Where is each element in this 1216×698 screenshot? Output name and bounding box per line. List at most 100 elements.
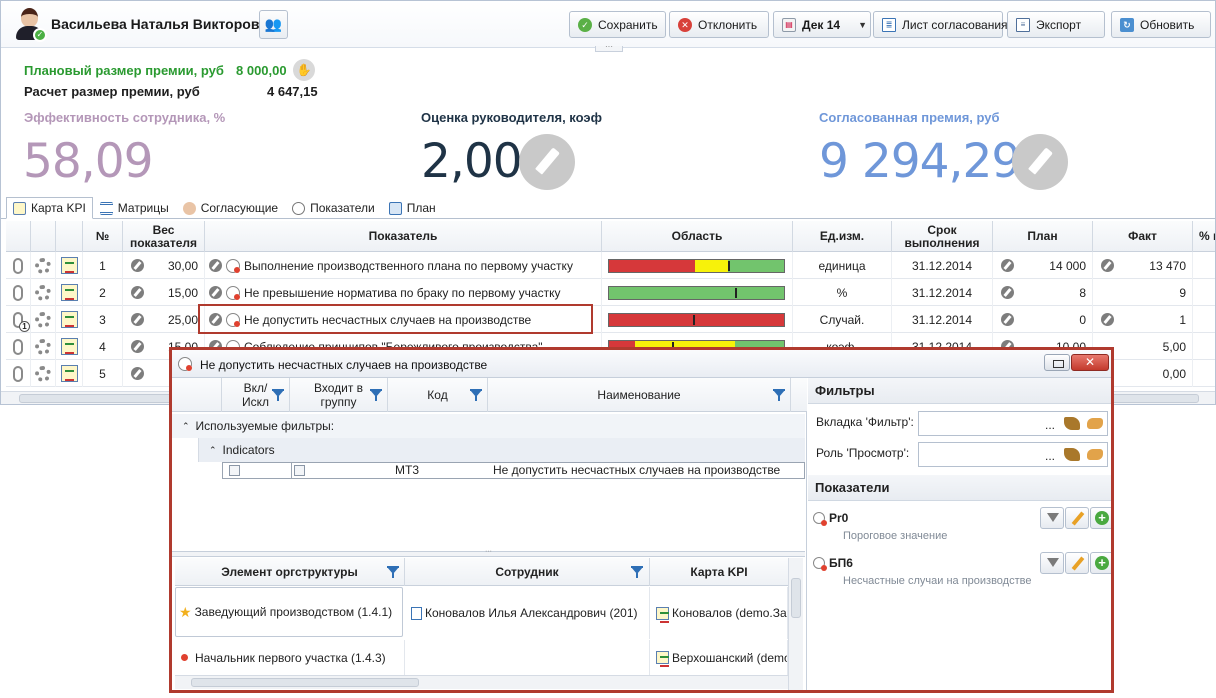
- add-button[interactable]: [1090, 552, 1111, 574]
- period-dropdown[interactable]: ▤ Дек 14 ▼: [773, 11, 871, 38]
- table-row[interactable]: 2 15,00 Не превышение норматива по браку п…: [6, 279, 1215, 306]
- tab-matrices[interactable]: Матрицы: [93, 197, 176, 219]
- edit-icon[interactable]: [131, 340, 144, 353]
- gear-icon[interactable]: [35, 338, 51, 355]
- col-plan[interactable]: План: [993, 221, 1093, 252]
- gear-icon[interactable]: [35, 365, 51, 382]
- group-checkbox[interactable]: [291, 463, 305, 478]
- col-pct[interactable]: % в: [1193, 221, 1215, 252]
- edit-icon[interactable]: [209, 286, 222, 299]
- filter-icon[interactable]: [773, 389, 785, 401]
- avatar: ✓: [13, 7, 47, 42]
- filter-icon[interactable]: [631, 566, 643, 578]
- filter-button[interactable]: [1040, 552, 1064, 574]
- clear-icon[interactable]: [1064, 417, 1080, 430]
- edit-manager-score-icon[interactable]: [519, 134, 575, 190]
- col-incl[interactable]: Вкл/ Искл: [222, 378, 290, 412]
- group-indicators[interactable]: ⌃ Indicators: [198, 438, 805, 462]
- collapse-grip[interactable]: ···: [595, 43, 623, 52]
- attachment-icon[interactable]: [13, 365, 23, 382]
- col-indicator[interactable]: Показатель: [205, 221, 602, 252]
- edit-icon[interactable]: [1101, 259, 1114, 272]
- col-employee[interactable]: Сотрудник: [405, 558, 650, 586]
- kpi-card-icon[interactable]: [60, 284, 78, 301]
- refresh-button[interactable]: ↻ Обновить: [1111, 11, 1211, 38]
- attachment-icon[interactable]: [13, 338, 23, 355]
- clear-icon[interactable]: [1064, 448, 1080, 461]
- gauge-icon: [813, 512, 827, 526]
- agreed-value: 9 294,29: [819, 134, 1021, 189]
- edit-icon[interactable]: [131, 367, 144, 380]
- col-name[interactable]: Наименование: [488, 378, 791, 412]
- filter-code: МТ3: [395, 463, 419, 477]
- kpi-card-icon[interactable]: [60, 365, 78, 382]
- edit-icon[interactable]: [209, 259, 222, 272]
- org-vertical-scrollbar[interactable]: [788, 558, 803, 690]
- save-button[interactable]: ✓ Сохранить: [569, 11, 666, 38]
- pane-splitter[interactable]: ···: [172, 548, 805, 557]
- gear-icon[interactable]: [35, 284, 51, 301]
- col-weight[interactable]: Вес показателя: [123, 221, 205, 252]
- kpi-card-icon[interactable]: [60, 338, 78, 355]
- col-fact[interactable]: Факт: [1093, 221, 1193, 252]
- org-row[interactable]: ★ Заведующий производством (1.4.1) Конова…: [175, 587, 788, 639]
- edit-icon[interactable]: [131, 286, 144, 299]
- group-used-filters[interactable]: ⌃ Используемые фильтры:: [172, 414, 805, 438]
- col-org-element[interactable]: Элемент оргструктуры: [175, 558, 405, 586]
- tab-approvers[interactable]: Согласующие: [176, 197, 285, 219]
- col-group[interactable]: Входит в группу: [290, 378, 388, 412]
- edit-agreed-bonus-icon[interactable]: [1012, 134, 1068, 190]
- chevron-down-icon[interactable]: ▼: [858, 20, 867, 30]
- filter-tab-field[interactable]: ...: [918, 411, 1108, 436]
- edit-icon[interactable]: [1001, 313, 1014, 326]
- org-horizontal-scrollbar[interactable]: [175, 675, 788, 689]
- edit-icon[interactable]: [1101, 313, 1114, 326]
- filter-row[interactable]: МТ3 Не допустить несчастных случаев на п…: [222, 462, 805, 479]
- edit-icon[interactable]: [131, 313, 144, 326]
- hand-icon[interactable]: ✋: [293, 59, 315, 81]
- attachment-icon[interactable]: [13, 257, 23, 274]
- gauge-icon: [226, 285, 240, 300]
- col-code[interactable]: Код: [388, 378, 488, 412]
- kpi-card-icon[interactable]: [60, 257, 78, 274]
- decline-button[interactable]: ✕ Отклонить: [669, 11, 769, 38]
- edit-icon[interactable]: [1001, 286, 1014, 299]
- chevron-up-icon[interactable]: ⌃: [182, 421, 190, 432]
- row-indicator: Выполнение производственного плана по пе…: [244, 258, 573, 273]
- table-row[interactable]: 1 3 25,00 Не допустить несчастных случаев н…: [6, 306, 1215, 333]
- restore-button[interactable]: [1044, 354, 1070, 371]
- col-num[interactable]: №: [83, 221, 123, 252]
- tab-kpi-card[interactable]: Карта KPI: [6, 197, 93, 219]
- kpi-card-icon[interactable]: [60, 311, 78, 328]
- edit-icon[interactable]: [1001, 259, 1014, 272]
- attachment-icon[interactable]: [13, 284, 23, 301]
- filter-icon[interactable]: [272, 389, 284, 401]
- filter-button[interactable]: [1040, 507, 1064, 529]
- approval-sheet-button[interactable]: ≣ Лист согласования: [873, 11, 1008, 38]
- edit-icon[interactable]: [131, 259, 144, 272]
- col-deadline[interactable]: Срок выполнения: [892, 221, 993, 252]
- filter-icon[interactable]: [387, 566, 399, 578]
- edit-button[interactable]: [1065, 552, 1089, 574]
- gear-icon[interactable]: [35, 257, 51, 274]
- employee-info-button[interactable]: 👥: [259, 10, 288, 39]
- export-button[interactable]: ≡ Экспорт: [1007, 11, 1105, 38]
- include-checkbox[interactable]: [229, 463, 240, 478]
- edit-button[interactable]: [1065, 507, 1089, 529]
- col-unit[interactable]: Ед.изм.: [793, 221, 892, 252]
- gear-icon[interactable]: [35, 311, 51, 328]
- col-area[interactable]: Область: [602, 221, 793, 252]
- filter-icon[interactable]: [470, 389, 482, 401]
- filter-view-field[interactable]: ...: [918, 442, 1108, 467]
- tab-indicators[interactable]: Показатели: [285, 197, 382, 219]
- chevron-up-icon[interactable]: ⌃: [209, 445, 217, 456]
- tab-plan[interactable]: План: [382, 197, 443, 219]
- add-button[interactable]: [1090, 507, 1111, 529]
- hand-icon[interactable]: [1087, 418, 1103, 429]
- col-kpi-card[interactable]: Карта KPI: [650, 558, 788, 586]
- filter-icon[interactable]: [370, 389, 382, 401]
- close-button[interactable]: ✕: [1071, 354, 1109, 371]
- org-row[interactable]: Начальник первого участка (1.4.3) Верхош…: [175, 640, 788, 675]
- hand-icon[interactable]: [1087, 449, 1103, 460]
- table-row[interactable]: 1 30,00 Выполнение производственного плана…: [6, 252, 1215, 279]
